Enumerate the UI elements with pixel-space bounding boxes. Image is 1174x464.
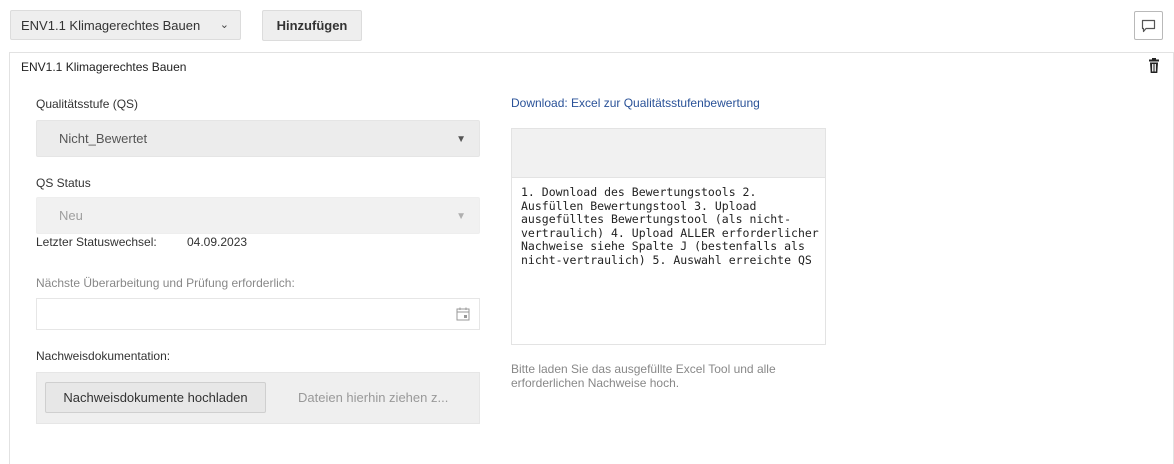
quality-level-value: Nicht_Bewertet (59, 131, 148, 146)
calendar-icon[interactable] (456, 307, 470, 321)
instructions-header (512, 129, 825, 178)
panel-title: ENV1.1 Klimagerechtes Bauen (21, 60, 187, 74)
next-review-label: Nächste Überarbeitung und Prüfung erford… (36, 276, 295, 290)
trash-icon[interactable] (1147, 58, 1161, 74)
quality-level-label: Qualitätsstufe (QS) (36, 97, 139, 111)
upload-documents-button[interactable]: Nachweisdokumente hochladen (45, 382, 266, 413)
last-status-change-value: 04.09.2023 (187, 235, 248, 249)
excel-download-link[interactable]: Download: Excel zur Qualitätsstufenbewer… (511, 96, 760, 110)
comment-icon (1141, 19, 1156, 32)
criterion-select-value: ENV1.1 Klimagerechtes Bauen (21, 17, 201, 33)
upload-hint: Bitte laden Sie das ausgefüllte Excel To… (511, 362, 776, 390)
instructions-text: 1. Download des Bewertungstools 2. Ausfü… (521, 185, 819, 267)
drop-zone-text: Dateien hierhin ziehen z... (298, 390, 449, 405)
dropdown-arrow-icon: ▼ (456, 134, 466, 145)
quality-level-select[interactable]: Nicht_Bewertet ▼ (36, 120, 480, 157)
comment-button[interactable] (1134, 11, 1163, 40)
next-review-date-input[interactable] (36, 298, 480, 330)
chevron-down-icon: ⌄ (219, 19, 229, 31)
last-status-change-label: Letzter Statuswechsel: (36, 235, 157, 249)
criterion-select[interactable]: ENV1.1 Klimagerechtes Bauen ⌄ (10, 10, 241, 40)
add-button[interactable]: Hinzufügen (262, 10, 362, 41)
documentation-label: Nachweisdokumentation: (36, 349, 171, 363)
qs-status-label: QS Status (36, 176, 91, 190)
qs-status-select: Neu ▼ (36, 197, 480, 234)
dropdown-arrow-icon: ▼ (456, 211, 466, 222)
qs-status-value: Neu (59, 208, 83, 223)
